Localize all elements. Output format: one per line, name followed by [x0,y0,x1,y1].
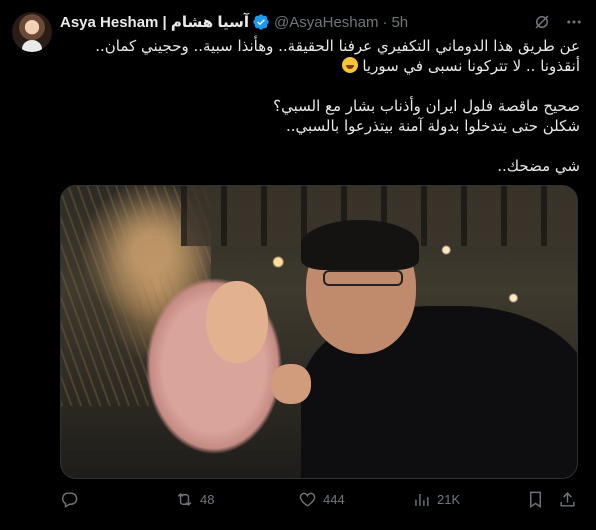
photo-woman-scarf [129,256,299,478]
tweet-line: عن طريق هذا الدوماني التكفيري عرفنا الحق… [95,37,580,55]
retweet-count: 48 [200,492,215,507]
photo-hand [271,364,311,404]
tweet-text: عن طريق هذا الدوماني التكفيري عرفنا الحق… [60,36,580,176]
tweet-line-text: أنقذونا .. لا تتركونا نسبى في سوريا [362,57,580,75]
retweet-icon [177,492,192,507]
views-count: 21K [437,492,461,507]
tweet-photo[interactable] [60,185,578,479]
tweet-timestamp[interactable]: 5h [391,14,408,31]
reply-icon [61,492,78,508]
reply-button[interactable] [60,490,85,509]
retweet-button[interactable]: 48 [175,490,214,509]
avatar[interactable] [12,12,52,52]
like-count: 444 [323,492,345,507]
separator-dot: · [382,13,388,31]
share-icon [560,492,575,507]
header-actions [532,12,584,32]
tweet-actions: 48 444 21K [60,488,578,512]
display-name[interactable]: Asya Hesham | آسيا هشام [60,13,249,31]
tweet-line: شكلن حتى يتدخلوا بدولة آمنة بيتذرعوا بال… [285,117,580,135]
tweet-line: شي مضحك.. [497,157,580,175]
heart-icon [299,492,316,507]
views-button[interactable]: 21K [412,490,460,509]
photo-woman-face [206,281,268,363]
like-button[interactable]: 444 [298,490,345,509]
photo-glasses [323,270,403,286]
share-button[interactable] [558,490,577,509]
user-handle[interactable]: @AsyaHesham [274,14,378,31]
more-options-icon[interactable] [564,12,584,32]
views-chart-icon [415,493,429,506]
laughing-emoji-icon [341,57,358,73]
tweet-line: أنقذونا .. لا تتركونا نسبى في سوريا [60,56,580,76]
photo-man-hair [301,220,419,270]
tweet[interactable]: Asya Hesham | آسيا هشام @AsyaHesham · 5h… [0,0,596,530]
tweet-header: Asya Hesham | آسيا هشام @AsyaHesham · 5h [60,12,584,32]
tweet-line: صحيح ماقصة فلول ايران وأذناب بشار مع الس… [273,97,580,115]
bookmark-icon [530,491,541,508]
bookmark-button[interactable] [526,490,545,509]
grok-icon[interactable] [532,12,552,32]
tweet-line [60,76,580,96]
tweet-line [60,136,580,156]
verified-badge-icon [252,13,270,31]
